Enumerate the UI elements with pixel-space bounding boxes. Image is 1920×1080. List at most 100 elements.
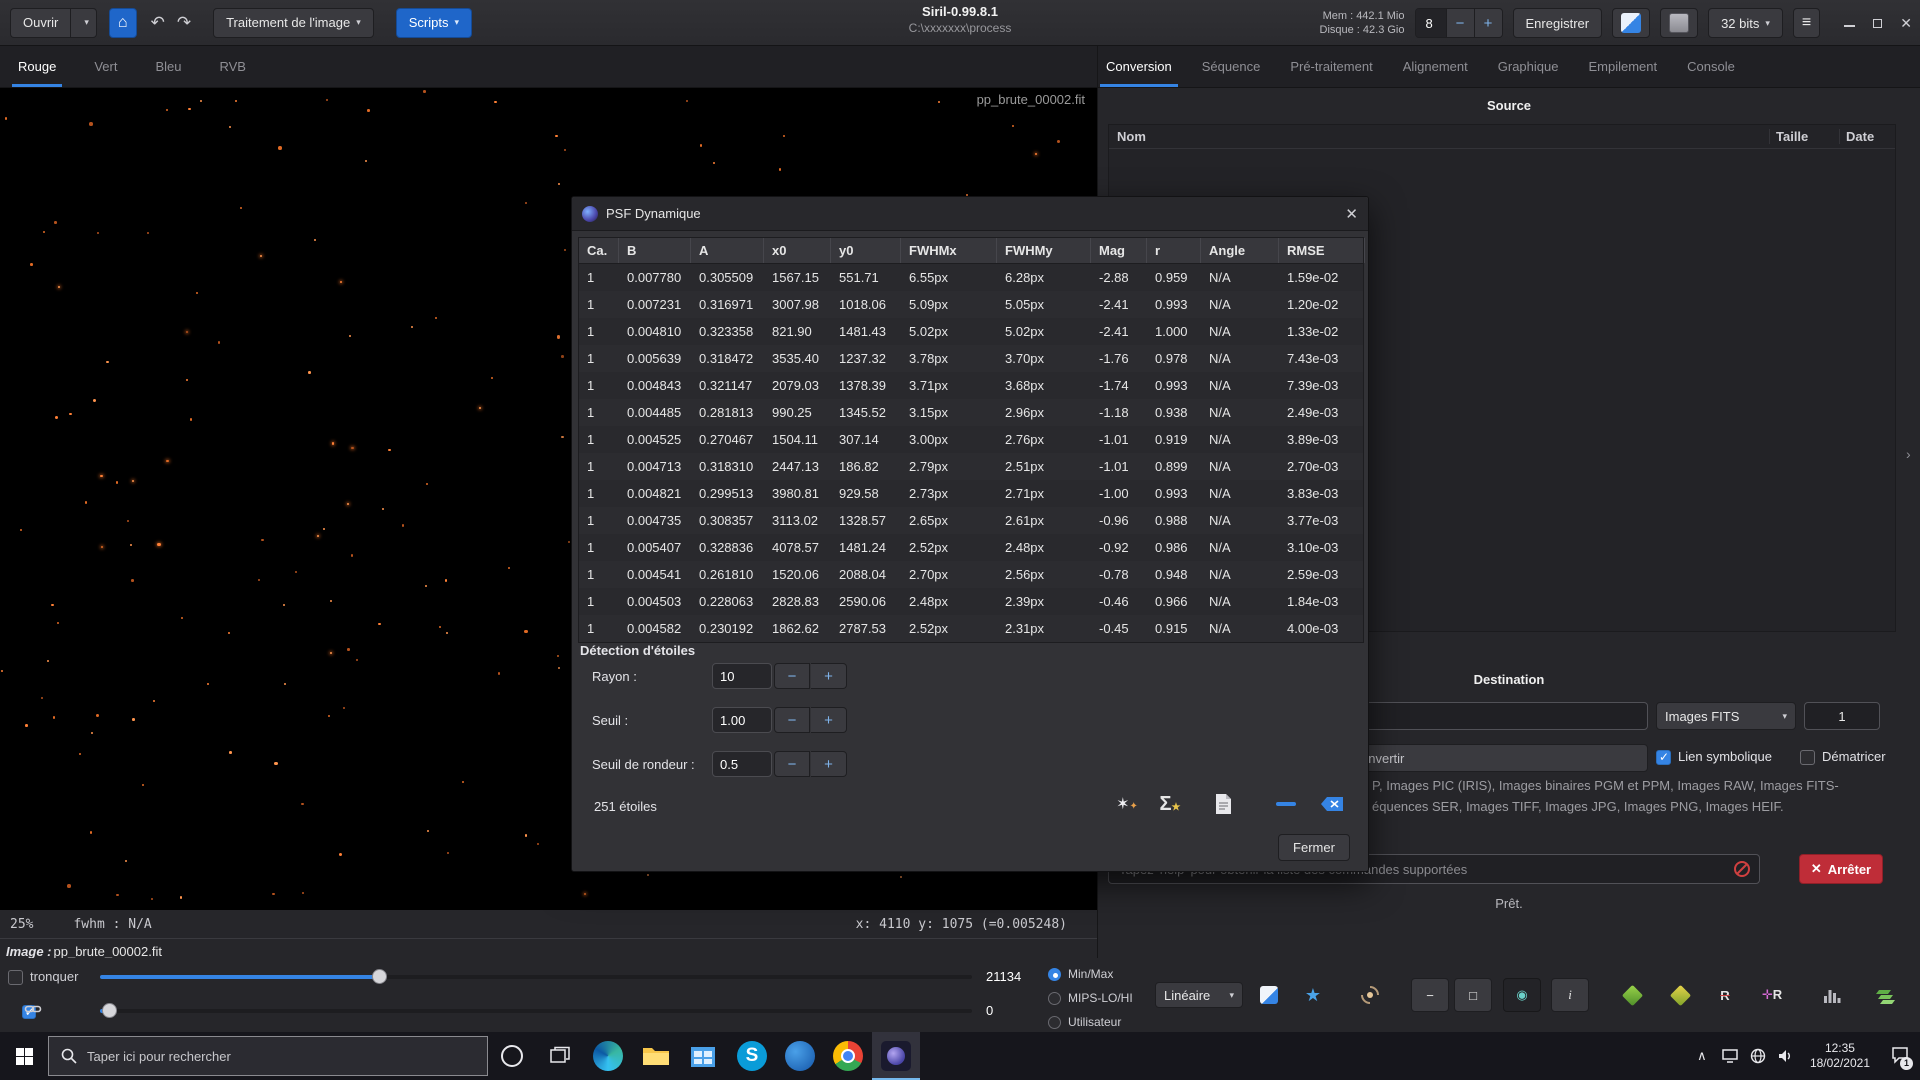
average-psf-button[interactable]: Σ★ [1150, 785, 1190, 823]
hi-level-slider[interactable] [100, 969, 972, 985]
psf-table-row[interactable]: 1 0.004843 0.321147 2079.03 1378.39 3.71px 3.6… [579, 372, 1363, 399]
tab-s-quence[interactable]: Séquence [1200, 46, 1263, 87]
tab-graphique[interactable]: Graphique [1496, 46, 1561, 87]
psf-table-row[interactable]: 1 0.004713 0.318310 2447.13 186.82 2.79px 2.51… [579, 453, 1363, 480]
column-header-taille[interactable]: Taille [1769, 129, 1839, 144]
demosaic-checkbox[interactable] [1800, 750, 1815, 765]
radio-min-max[interactable]: Min/Max [1048, 962, 1133, 986]
tray-volume-button[interactable] [1772, 1032, 1800, 1080]
psf-table-row[interactable]: 1 0.004810 0.323358 821.90 1481.43 5.02px 5.02… [579, 318, 1363, 345]
psf-column-header[interactable]: RMSE [1279, 238, 1365, 263]
background-extraction-button[interactable] [1661, 978, 1699, 1012]
export-list-button[interactable] [1206, 785, 1242, 823]
save-button[interactable]: Enregistrer [1512, 8, 1603, 38]
onedrive-taskbar-button[interactable] [776, 1032, 824, 1080]
spin-plus-button[interactable]: + [1473, 9, 1502, 37]
snapshot-button[interactable] [1612, 8, 1651, 38]
registration-marker-button[interactable]: ✛R [1753, 978, 1791, 1012]
psf-table-row[interactable]: 1 0.004525 0.270467 1504.11 307.14 3.00px 2.76… [579, 426, 1363, 453]
remove-star-button[interactable] [1268, 785, 1304, 823]
tray-display-button[interactable] [1716, 1032, 1744, 1080]
aberration-inspector-button[interactable] [1613, 978, 1651, 1012]
radio-utilisateur[interactable]: Utilisateur [1048, 1010, 1133, 1034]
column-header-nom[interactable]: Nom [1109, 129, 1769, 144]
undo-button[interactable]: ↶ [145, 13, 171, 33]
radius-input[interactable]: 10 [712, 663, 772, 689]
home-button[interactable]: ⌂ [108, 7, 137, 38]
psf-table-row[interactable]: 1 0.004821 0.299513 3980.81 929.58 2.73px 2.71… [579, 480, 1363, 507]
thread-spinner[interactable]: 8 − + [1414, 8, 1503, 38]
tab-rvb[interactable]: RVB [217, 46, 248, 87]
bit-depth-select[interactable]: 32 bits ▾ [1708, 8, 1783, 38]
dialog-titlebar[interactable]: PSF Dynamique ✕ [572, 197, 1368, 231]
psf-column-header[interactable]: Angle [1201, 238, 1279, 263]
radius-plus-button[interactable]: + [811, 663, 847, 689]
pictures-button[interactable] [1660, 8, 1699, 38]
siril-taskbar-button[interactable] [872, 1032, 920, 1080]
clear-list-button[interactable] [1314, 785, 1350, 823]
psf-table-row[interactable]: 1 0.004735 0.308357 3113.02 1328.57 2.65px 2.6… [579, 507, 1363, 534]
pane-collapse-handle[interactable]: › [1906, 446, 1911, 462]
roundness-plus-button[interactable]: + [811, 751, 847, 777]
skype-taskbar-button[interactable]: S [728, 1032, 776, 1080]
psf-table-row[interactable]: 1 0.005639 0.318472 3535.40 1237.32 3.78px 3.7… [579, 345, 1363, 372]
threshold-input[interactable]: 1.00 [712, 707, 772, 733]
lo-level-slider[interactable] [100, 1003, 972, 1019]
psf-column-header[interactable]: Ca. [579, 238, 619, 263]
psf-table-row[interactable]: 1 0.004503 0.228063 2828.83 2590.06 2.48px 2.3… [579, 588, 1363, 615]
psf-column-header[interactable]: B [619, 238, 691, 263]
edge-taskbar-button[interactable] [584, 1032, 632, 1080]
tab-alignement[interactable]: Alignement [1401, 46, 1470, 87]
psf-table-row[interactable]: 1 0.007780 0.305509 1567.15 551.71 6.55px 6.28… [579, 264, 1363, 291]
tab-empilement[interactable]: Empilement [1586, 46, 1659, 87]
hamburger-menu-button[interactable]: ≡ [1792, 8, 1821, 38]
channel-align-button[interactable] [1867, 978, 1905, 1012]
zoom-out-button[interactable]: − [1411, 978, 1449, 1012]
chrome-taskbar-button[interactable] [824, 1032, 872, 1080]
action-center-button[interactable]: 1 [1880, 1032, 1920, 1080]
stop-button[interactable]: ✕ Arrêter [1799, 854, 1883, 884]
close-button[interactable]: ✕ [1900, 15, 1912, 32]
psf-table-row[interactable]: 1 0.007231 0.316971 3007.98 1018.06 5.09px 5.0… [579, 291, 1363, 318]
dialog-close-button[interactable]: ✕ [1345, 205, 1358, 223]
radio-mips-lo-hi[interactable]: MIPS-LO/HI [1048, 986, 1133, 1010]
zoom-fit-button[interactable]: □ [1454, 978, 1492, 1012]
sequence-start-spinner[interactable]: 1 [1804, 702, 1880, 730]
psf-table-row[interactable]: 1 0.004485 0.281813 990.25 1345.52 3.15px 2.96… [579, 399, 1363, 426]
taskbar-search[interactable]: Taper ici pour rechercher [48, 1036, 488, 1076]
tab-conversion[interactable]: Conversion [1100, 46, 1178, 87]
psf-column-header[interactable]: y0 [831, 238, 901, 263]
star-view-button[interactable]: ★ [1294, 978, 1332, 1012]
tab-bleu[interactable]: Bleu [153, 46, 183, 87]
tab-rouge[interactable]: Rouge [11, 46, 63, 87]
spin-minus-button[interactable]: − [1445, 9, 1474, 37]
psf-table-row[interactable]: 1 0.005407 0.328836 4078.57 1481.24 2.52px 2.4… [579, 534, 1363, 561]
cortana-button[interactable] [488, 1032, 536, 1080]
negative-view-button[interactable] [1250, 978, 1288, 1012]
open-button[interactable]: Ouvrir [10, 7, 71, 38]
symlink-checkbox[interactable] [1656, 750, 1671, 765]
explorer-taskbar-button[interactable] [632, 1032, 680, 1080]
tray-network-button[interactable] [1744, 1032, 1772, 1080]
fermer-button[interactable]: Fermer [1278, 834, 1350, 861]
roundness-minus-button[interactable]: − [774, 751, 810, 777]
start-button[interactable] [0, 1032, 48, 1080]
open-dropdown-button[interactable]: ▾ [70, 7, 97, 38]
galaxy-button[interactable] [1351, 978, 1389, 1012]
psf-column-header[interactable]: x0 [764, 238, 831, 263]
output-format-select[interactable]: Images FITS ▾ [1656, 702, 1796, 730]
psf-table-row[interactable]: 1 0.004541 0.261810 1520.06 2088.04 2.70px 2.5… [579, 561, 1363, 588]
scale-mode-select[interactable]: Linéaire ▾ [1155, 982, 1243, 1008]
column-header-date[interactable]: Date [1839, 129, 1895, 144]
tray-expand-button[interactable]: ∧ [1688, 1032, 1716, 1080]
psf-column-header[interactable]: r [1147, 238, 1201, 263]
psf-column-header[interactable]: A [691, 238, 764, 263]
maximize-button[interactable] [1873, 18, 1883, 28]
store-taskbar-button[interactable] [680, 1032, 728, 1080]
psf-column-header[interactable]: Mag [1091, 238, 1147, 263]
task-view-button[interactable] [536, 1032, 584, 1080]
threshold-plus-button[interactable]: + [811, 707, 847, 733]
info-button[interactable]: i [1551, 978, 1589, 1012]
stop-command-icon[interactable] [1733, 860, 1751, 878]
radius-minus-button[interactable]: − [774, 663, 810, 689]
